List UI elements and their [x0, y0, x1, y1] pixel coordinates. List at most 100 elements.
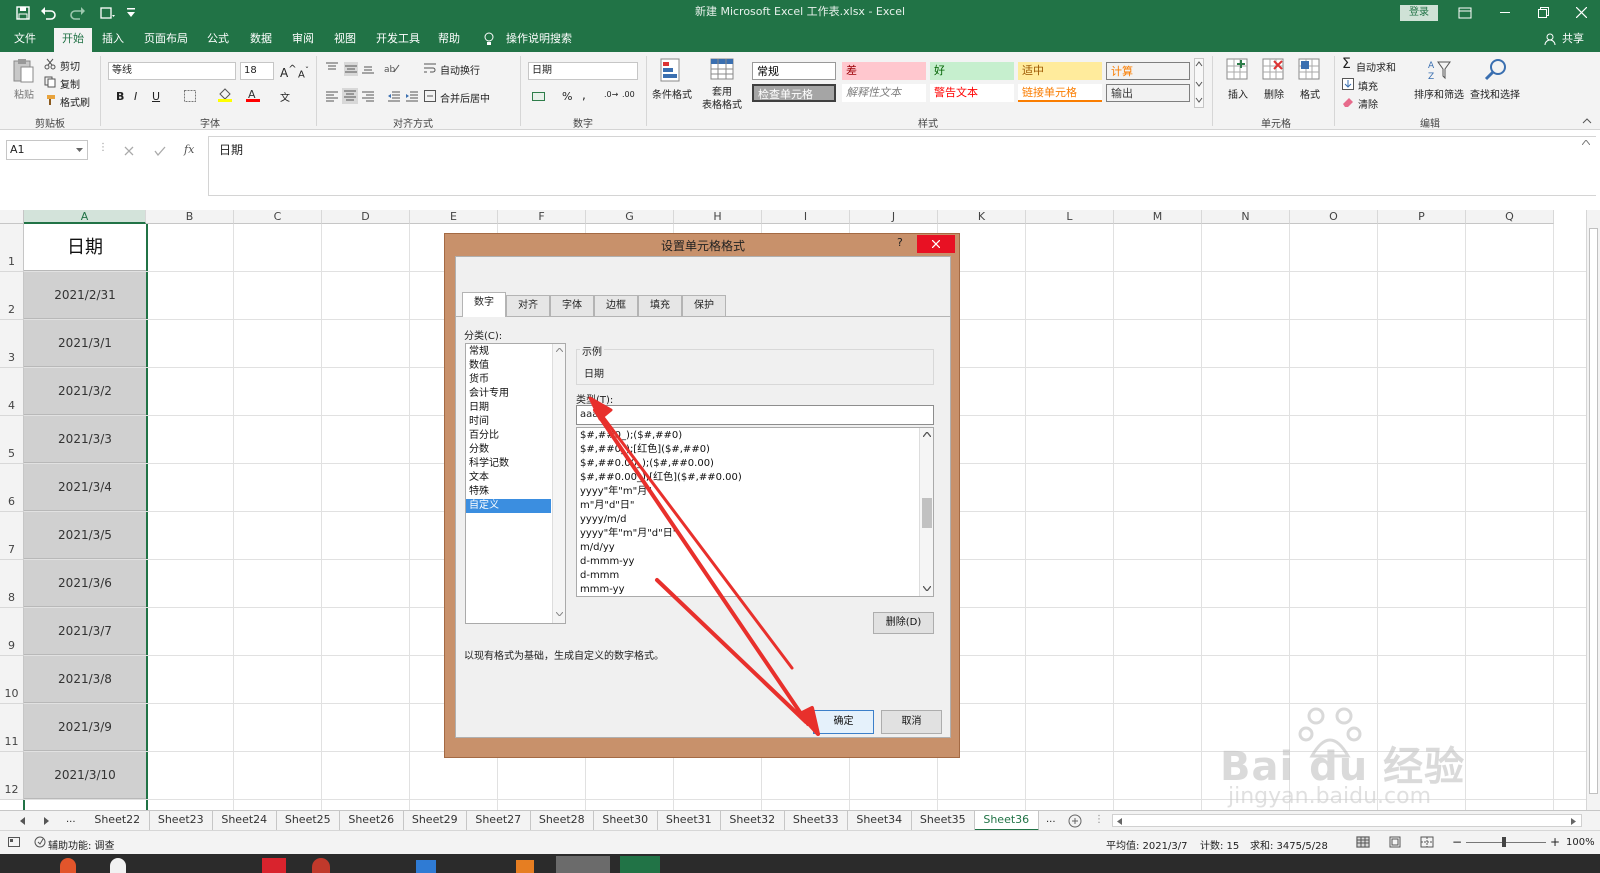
- border-icon[interactable]: [184, 90, 196, 102]
- date-cell[interactable]: 2021/3/4: [24, 464, 146, 511]
- delete-cells-icon[interactable]: [1262, 58, 1284, 82]
- column-header-E[interactable]: E: [410, 210, 498, 224]
- number-format-select[interactable]: 日期: [528, 62, 638, 80]
- dialog-tab-3[interactable]: 边框: [594, 295, 638, 316]
- align-top-icon[interactable]: [326, 62, 338, 74]
- format-code-item[interactable]: m/d/yy: [577, 541, 917, 555]
- format-code-item[interactable]: yyyy/m/d: [577, 513, 917, 527]
- category-item[interactable]: 会计专用: [466, 387, 551, 401]
- insert-cells-icon[interactable]: [1226, 58, 1248, 82]
- column-header-A[interactable]: A: [24, 210, 146, 224]
- category-item[interactable]: 常规: [466, 345, 551, 359]
- name-box-dropdown-icon[interactable]: [76, 148, 83, 152]
- format-code-item[interactable]: mmm-yy: [577, 583, 917, 596]
- date-cell[interactable]: 2021/3/8: [24, 656, 146, 703]
- page-layout-view-icon[interactable]: [1388, 836, 1402, 848]
- horizontal-scrollbar[interactable]: [1112, 814, 1582, 827]
- format-code-item[interactable]: d-mmm-yy: [577, 555, 917, 569]
- column-header-C[interactable]: C: [234, 210, 322, 224]
- grow-font-icon[interactable]: A^: [280, 64, 297, 80]
- tab-formulas[interactable]: 公式: [201, 26, 235, 52]
- cell-style-0[interactable]: 常规: [752, 62, 836, 80]
- sheet-tab-Sheet26[interactable]: Sheet26: [340, 811, 404, 831]
- dialog-close-button[interactable]: [917, 235, 955, 253]
- sheet-tab-Sheet31[interactable]: Sheet31: [658, 811, 721, 831]
- column-header-Q[interactable]: Q: [1466, 210, 1554, 224]
- vertical-scroll-thumb[interactable]: [1589, 228, 1598, 794]
- format-code-item[interactable]: $#,##0.00_);($#,##0.00): [577, 457, 917, 471]
- category-item[interactable]: 时间: [466, 415, 551, 429]
- decrease-indent-icon[interactable]: [388, 90, 400, 102]
- add-sheet-icon[interactable]: [1068, 814, 1082, 828]
- taskbar-app-icon-excel[interactable]: [620, 856, 660, 873]
- column-header-O[interactable]: O: [1290, 210, 1378, 224]
- format-code-list[interactable]: $#,##0_);($#,##0) $#,##0_);[红色]($#,##0) $#…: [576, 427, 934, 597]
- zoom-level[interactable]: 100%: [1566, 837, 1595, 848]
- bold-icon[interactable]: B: [116, 90, 124, 103]
- date-cell[interactable]: 2021/2/31: [24, 272, 146, 319]
- underline-icon[interactable]: U: [152, 90, 160, 103]
- close-icon[interactable]: [1576, 7, 1587, 18]
- sheet-tab-Sheet25[interactable]: Sheet25: [277, 811, 340, 831]
- accessibility-icon[interactable]: [34, 836, 46, 848]
- format-code-item[interactable]: $#,##0_);[红色]($#,##0): [577, 443, 917, 457]
- format-list-scrollbar[interactable]: [919, 428, 933, 596]
- cancel-button[interactable]: 取消: [881, 710, 942, 734]
- autosum-icon[interactable]: Σ: [1342, 56, 1351, 72]
- column-header-D[interactable]: D: [322, 210, 410, 224]
- date-cell[interactable]: 2021/3/2: [24, 368, 146, 415]
- date-cell[interactable]: 2021/3/3: [24, 416, 146, 463]
- fill-button[interactable]: 填充: [1358, 78, 1378, 93]
- column-header-F[interactable]: F: [498, 210, 586, 224]
- row-header-4[interactable]: 4: [0, 368, 24, 416]
- more-sheets-right[interactable]: ...: [1046, 814, 1056, 825]
- font-color-icon[interactable]: A: [246, 88, 260, 102]
- category-item[interactable]: 百分比: [466, 429, 551, 443]
- format-code-item[interactable]: yyyy"年"m"月": [577, 485, 917, 499]
- date-cell[interactable]: 2021/3/9: [24, 704, 146, 751]
- collapse-formula-icon[interactable]: [1582, 140, 1590, 145]
- more-sheets-left[interactable]: ...: [66, 814, 76, 825]
- hscroll-left-icon[interactable]: [1117, 818, 1122, 825]
- dialog-help-button[interactable]: ?: [897, 236, 903, 249]
- date-cell[interactable]: 2021/3/5: [24, 512, 146, 559]
- sheet-tab-Sheet32[interactable]: Sheet32: [721, 811, 785, 831]
- format-code-item[interactable]: yyyy"年"m"月"d"日": [577, 527, 917, 541]
- find-select-button[interactable]: 查找和选择: [1470, 86, 1520, 101]
- ok-button[interactable]: 确定: [813, 710, 874, 734]
- cell-style-2[interactable]: 好: [930, 62, 1014, 80]
- conditional-format-icon[interactable]: [660, 58, 684, 84]
- delete-cells-button[interactable]: 删除: [1264, 86, 1284, 101]
- tab-help[interactable]: 帮助: [432, 26, 466, 52]
- insert-function-icon[interactable]: fx: [184, 143, 194, 156]
- column-header-M[interactable]: M: [1114, 210, 1202, 224]
- format-painter-button[interactable]: 格式刷: [60, 94, 90, 109]
- sheet-tab-Sheet22[interactable]: Sheet22: [86, 811, 150, 831]
- format-scroll-down-icon[interactable]: [923, 586, 931, 591]
- row-header-10[interactable]: 10: [0, 656, 24, 704]
- format-as-table-icon[interactable]: [710, 58, 736, 84]
- sheet-tab-Sheet29[interactable]: Sheet29: [404, 811, 467, 831]
- fill-down-icon[interactable]: [1342, 78, 1354, 90]
- tab-page-layout[interactable]: 页面布局: [138, 26, 194, 52]
- align-middle-icon[interactable]: [344, 62, 358, 76]
- row-header-3[interactable]: 3: [0, 320, 24, 368]
- ribbon-display-icon[interactable]: [1458, 7, 1472, 19]
- row-header-1[interactable]: 1: [0, 224, 24, 272]
- formula-input[interactable]: 日期: [208, 136, 1596, 196]
- category-item[interactable]: 自定义: [466, 499, 551, 513]
- macro-record-icon[interactable]: [8, 837, 20, 847]
- date-cell[interactable]: 2021/3/10: [24, 752, 146, 799]
- increase-decimal-icon[interactable]: .0→: [604, 90, 618, 99]
- cell-style-6[interactable]: 解释性文本: [842, 84, 926, 102]
- category-item[interactable]: 分数: [466, 443, 551, 457]
- cell-style-3[interactable]: 适中: [1018, 62, 1102, 80]
- taskbar-app-icon-active[interactable]: [556, 856, 610, 873]
- font-size-select[interactable]: 18: [240, 62, 274, 80]
- tab-data[interactable]: 数据: [244, 26, 278, 52]
- column-header-H[interactable]: H: [674, 210, 762, 224]
- taskbar-app-icon[interactable]: [312, 858, 330, 873]
- category-item[interactable]: 日期: [466, 401, 551, 415]
- zoom-out-icon[interactable]: −: [1452, 835, 1462, 849]
- column-header-K[interactable]: K: [938, 210, 1026, 224]
